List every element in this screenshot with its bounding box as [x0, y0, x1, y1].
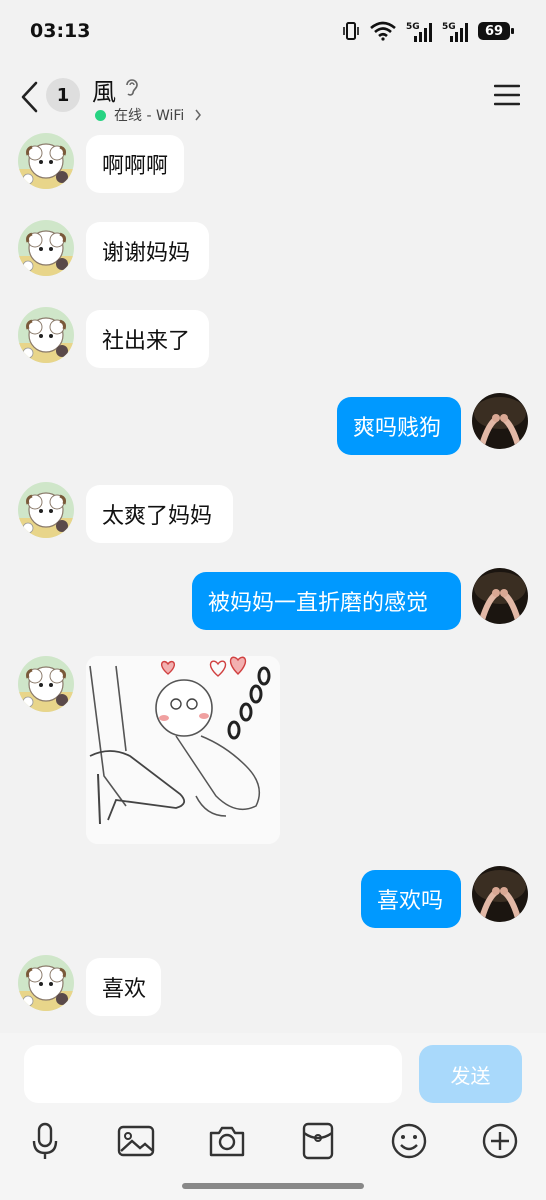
red-packet-icon[interactable]: [298, 1121, 338, 1161]
unread-count-badge[interactable]: 1: [46, 78, 80, 112]
status-icons: 5G 5G 69: [342, 20, 514, 42]
online-status-text: 在线 - WiFi: [114, 108, 185, 124]
input-bar: 发送: [0, 1033, 546, 1200]
ear-icon: [126, 79, 138, 96]
image-message[interactable]: [86, 656, 280, 844]
battery-icon: 69: [478, 22, 514, 40]
contact-avatar[interactable]: [18, 307, 74, 363]
network-type-1: 5G: [406, 22, 420, 32]
chevron-right-icon: [195, 109, 202, 121]
home-indicator[interactable]: [182, 1183, 364, 1189]
status-time: 03:13: [30, 20, 91, 42]
contact-avatar[interactable]: [18, 220, 74, 276]
vibrate-icon: [343, 22, 359, 40]
chat-header: 1 風 在线 - WiFi: [0, 62, 546, 132]
contact-avatar[interactable]: [18, 656, 74, 712]
network-type-2: 5G: [442, 22, 456, 32]
message-bubble-outgoing[interactable]: 被妈妈一直折磨的感觉: [192, 572, 461, 630]
input-toolbar: [0, 1121, 546, 1161]
signal-icon-1: 5G: [406, 22, 432, 42]
plus-icon[interactable]: [480, 1121, 520, 1161]
status-bar: 03:13 5G 5G 69: [0, 0, 546, 62]
back-icon[interactable]: [18, 80, 40, 114]
menu-icon[interactable]: [494, 84, 520, 106]
send-button[interactable]: 发送: [419, 1045, 522, 1103]
my-avatar[interactable]: [472, 568, 528, 624]
contact-avatar[interactable]: [18, 955, 74, 1011]
message-input[interactable]: [24, 1045, 402, 1103]
signal-icon-2: 5G: [442, 22, 468, 42]
emoji-icon[interactable]: [389, 1121, 429, 1161]
microphone-icon[interactable]: [26, 1121, 66, 1161]
message-bubble-incoming[interactable]: 喜欢: [86, 958, 161, 1016]
contact-name[interactable]: 風: [92, 72, 116, 107]
online-dot-icon: [95, 109, 106, 121]
message-bubble-incoming[interactable]: 太爽了妈妈: [86, 485, 233, 543]
message-bubble-outgoing[interactable]: 爽吗贱狗: [337, 397, 461, 455]
my-avatar[interactable]: [472, 866, 528, 922]
message-bubble-incoming[interactable]: 社出来了: [86, 310, 209, 368]
image-icon[interactable]: [116, 1121, 156, 1161]
camera-icon[interactable]: [207, 1121, 247, 1161]
contact-avatar[interactable]: [18, 482, 74, 538]
message-bubble-incoming[interactable]: 啊啊啊: [86, 135, 184, 193]
message-bubble-outgoing[interactable]: 喜欢吗: [361, 870, 461, 928]
sketch-image: [86, 656, 280, 844]
contact-avatar[interactable]: [18, 133, 74, 189]
wifi-icon: [370, 21, 396, 41]
online-status[interactable]: 在线 - WiFi: [95, 105, 202, 125]
my-avatar[interactable]: [472, 393, 528, 449]
message-bubble-incoming[interactable]: 谢谢妈妈: [86, 222, 209, 280]
battery-level: 69: [484, 23, 504, 39]
